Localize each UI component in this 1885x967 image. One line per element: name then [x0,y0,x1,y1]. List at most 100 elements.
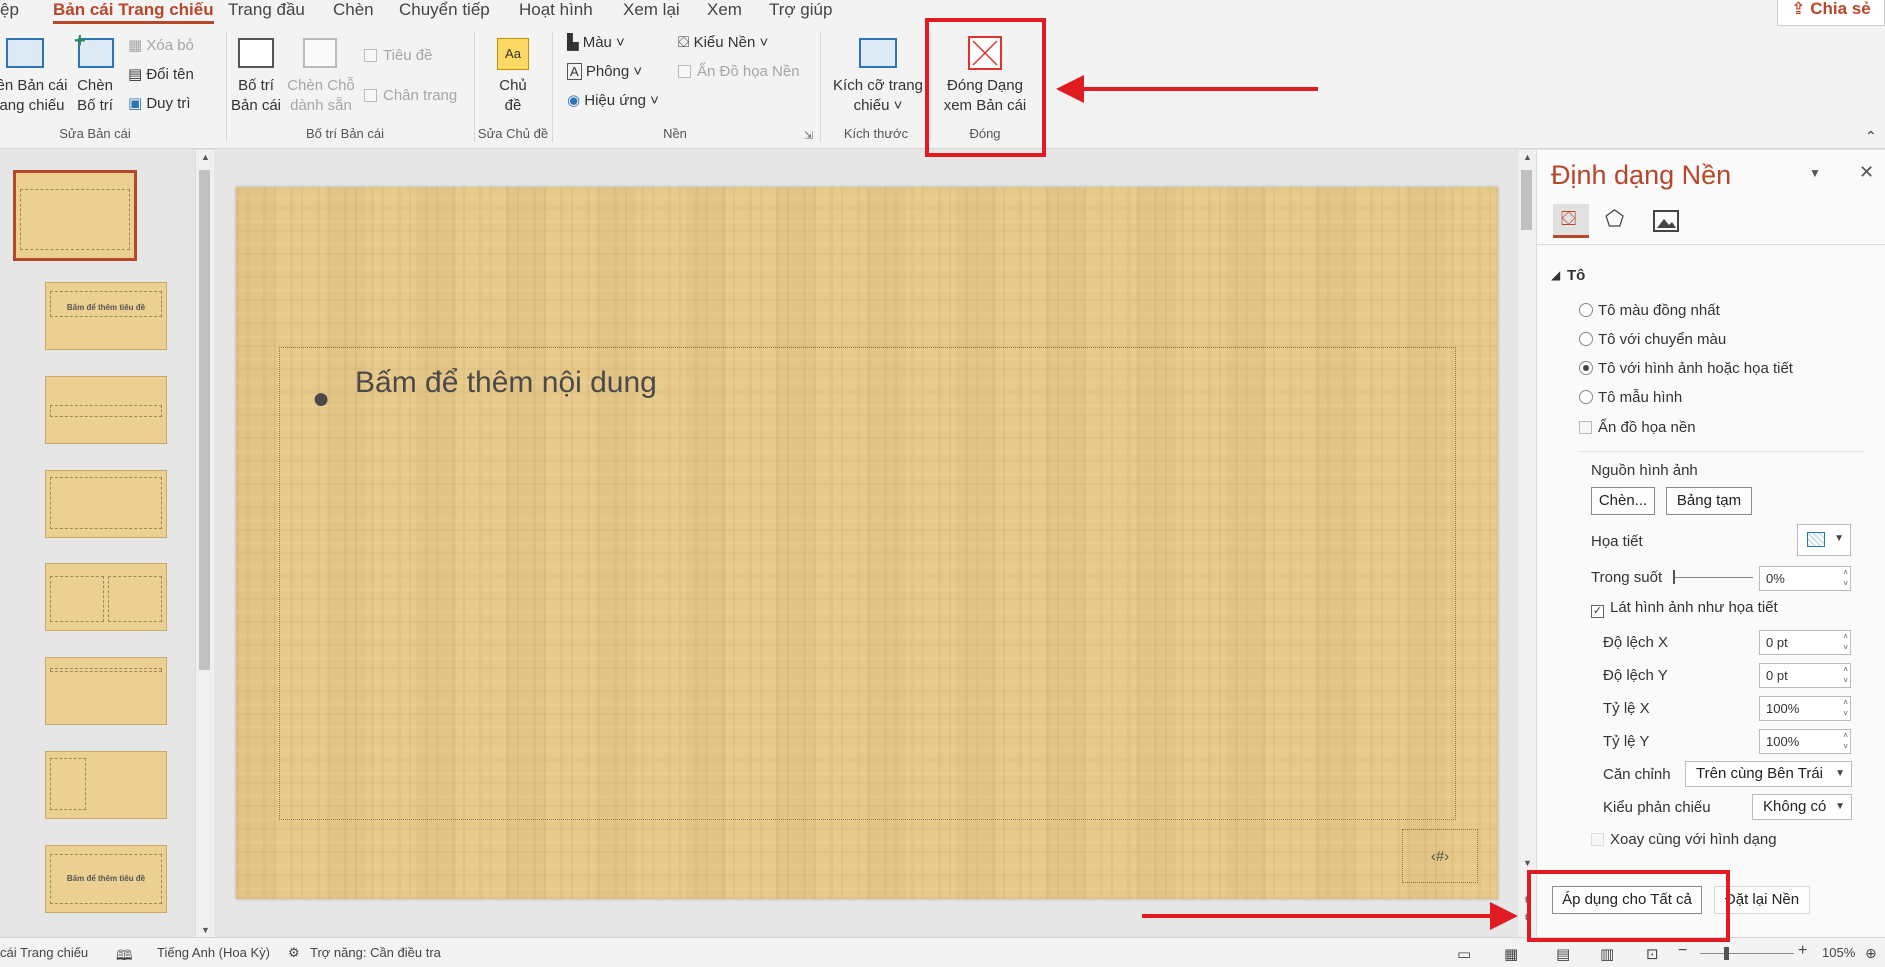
tab-review[interactable]: Xem lại [623,0,680,20]
slide-master-icon[interactable] [6,38,44,68]
thumbnail-slide-master[interactable] [13,170,137,261]
theme-icon[interactable]: Aa [497,38,529,70]
hide-background-graphics-checkbox[interactable]: Ẩn Đồ họa Nền [678,62,800,82]
notes-icon[interactable]: ▭ [1457,945,1471,963]
fill-line-tab[interactable]: ⛋ [1553,204,1589,238]
insert-layout-icon[interactable]: + [74,30,114,68]
spelling-book-icon[interactable]: 🕮 [116,945,133,967]
clipboard-button[interactable]: Bảng tạm [1666,487,1752,515]
scroll-up-icon[interactable]: ▲ [201,152,210,162]
transparency-input[interactable]: 0% ˄ ˅ [1759,566,1851,591]
collapse-triangle-icon[interactable]: ◢ [1551,268,1560,282]
thumbnail-layout[interactable] [45,376,167,444]
language-status[interactable]: Tiếng Anh (Hoa Kỳ) [157,945,270,960]
solid-fill-radio[interactable]: Tô màu đồng nhất [1579,302,1720,319]
tab-animations[interactable]: Hoạt hình [519,0,593,20]
slide-sorter-icon[interactable]: ▤ [1556,945,1570,963]
accessibility-status[interactable]: Trợ năng: Cần điều tra [310,945,441,960]
spinner-icon[interactable]: ˄ ˅ [1843,567,1848,589]
thumbnail-layout[interactable]: Bấm để thêm tiêu đề [45,282,167,350]
scrollbar-thumb[interactable] [199,170,210,670]
slide-size-button[interactable]: Kích cỡ trang chiếu ˅ [828,76,928,116]
collapse-ribbon-icon[interactable]: ⌃ [1865,126,1877,146]
scrollbar-thumb[interactable] [1521,170,1532,230]
tab-insert[interactable]: Chèn [333,0,374,20]
preserve-button[interactable]: ▣ Duy trì [128,94,191,114]
effects-icon: ◉ [567,92,585,109]
scroll-down-icon[interactable]: ▼ [201,925,210,935]
scale-y-input[interactable]: 100% ˄ ˅ [1759,729,1851,754]
insert-layout-button[interactable]: Chèn Bố trí [70,76,120,116]
tab-help[interactable]: Trợ giúp [769,0,832,20]
content-placeholder[interactable]: ● Bấm để thêm nội dung [279,347,1456,820]
insert-slide-master-button[interactable]: ên Bản cái ang chiếu [0,76,72,116]
zoom-level[interactable]: 105% [1822,945,1855,960]
mirror-type-dropdown[interactable]: Không có [1752,794,1852,820]
picture-texture-fill-radio[interactable]: Tô với hình ảnh hoặc họa tiết [1579,360,1793,377]
effects-button[interactable]: ◉ Hiệu ứng ˅ [567,91,659,111]
title-checkbox[interactable]: Tiêu đề [364,46,432,66]
fit-to-window-icon[interactable]: ⊕ [1865,945,1877,962]
slide-scrollbar[interactable]: ▲ ▼ ⇞ ⇟ [1517,150,1536,937]
transparency-slider-thumb[interactable] [1673,570,1675,584]
spinner-icon[interactable]: ˄ ˅ [1843,697,1848,719]
colors-button[interactable]: ▙ Màu ˅ [567,33,625,53]
zoom-slider-thumb[interactable] [1724,947,1729,960]
pentagon-effects-icon[interactable]: ⬠ [1605,206,1624,232]
delete-button[interactable]: ▦ Xóa bỏ [128,36,194,56]
insert-picture-button[interactable]: Chèn... [1591,487,1655,515]
normal-view-icon[interactable]: ▦ [1504,945,1518,963]
hide-background-graphics-checkbox[interactable]: Ẩn đồ họa nền [1579,419,1696,436]
gradient-fill-radio[interactable]: Tô với chuyển màu [1579,331,1726,348]
master-layout-button[interactable]: Bố trí Bản cái [226,76,286,116]
scroll-up-icon[interactable]: ▲ [1523,152,1532,162]
offset-x-input[interactable]: 0 pt ˄ ˅ [1759,630,1851,655]
tab-slide-master[interactable]: Bản cái Trang chiếu [53,0,214,24]
thumbnail-layout[interactable] [45,470,167,538]
share-button[interactable]: ⇪ Chia sẻ [1777,0,1885,26]
tab-home[interactable]: Trang đầu [228,0,305,20]
background-styles-button[interactable]: ⛋ Kiểu Nền ˅ [678,33,768,53]
texture-picker[interactable]: ▼ [1797,524,1851,556]
picture-icon[interactable] [1653,210,1679,232]
spinner-icon[interactable]: ˄ ˅ [1843,664,1848,686]
accessibility-icon[interactable]: ⚙ [288,945,300,961]
pane-options-chevron-icon[interactable]: ▼ [1809,166,1821,180]
themes-button[interactable]: Chủ đề [488,76,538,116]
spinner-icon[interactable]: ˄ ˅ [1843,631,1848,653]
thumbnail-layout[interactable]: Bấm để thêm tiêu đề [45,845,167,913]
tab-view[interactable]: Xem [707,0,742,20]
pattern-fill-radio[interactable]: Tô mẫu hình [1579,389,1682,406]
thumbnail-layout[interactable] [45,751,167,819]
thumbnail-layout[interactable] [45,563,167,631]
tile-picture-checkbox[interactable]: ✓ Lát hình ảnh như họa tiết [1591,599,1778,618]
tab-transitions[interactable]: Chuyển tiếp [399,0,490,20]
insert-placeholder-icon[interactable] [303,38,337,68]
scale-x-input[interactable]: 100% ˄ ˅ [1759,696,1851,721]
reading-view-icon[interactable]: ▥ [1600,945,1614,963]
rename-button[interactable]: ▤ Đổi tên [128,65,194,85]
alignment-dropdown[interactable]: Trên cùng Bên Trái [1685,761,1852,787]
zoom-slider[interactable] [1700,953,1794,954]
fonts-button[interactable]: A Phông ˅ [567,62,642,82]
zoom-out-icon[interactable]: − [1678,942,1687,960]
slide-number-placeholder[interactable]: ‹#› [1402,829,1478,883]
close-icon[interactable]: ✕ [1859,162,1874,183]
master-layout-icon[interactable] [238,38,274,68]
transparency-slider[interactable] [1673,577,1753,578]
dialog-launcher-icon[interactable]: ⇲ [804,126,813,146]
thumbnail-scrollbar[interactable]: ▲ ▼ [195,150,214,937]
zoom-in-icon[interactable]: + [1798,942,1807,960]
spinner-icon[interactable]: ˄ ˅ [1843,730,1848,752]
fill-section-header[interactable]: Tô [1567,267,1585,284]
tab-file[interactable]: ệp [0,0,19,20]
footer-checkbox[interactable]: Chân trang [364,86,457,106]
offset-y-input[interactable]: 0 pt ˄ ˅ [1759,663,1851,688]
thumbnail-layout[interactable] [45,657,167,725]
insert-placeholder-button[interactable]: Chèn Chỗ dành sẵn [285,76,357,116]
scroll-down-icon[interactable]: ▼ [1523,858,1532,868]
slide-size-icon[interactable] [859,38,897,68]
rotate-with-shape-checkbox[interactable]: Xoay cùng với hình dạng [1591,831,1777,848]
slideshow-icon[interactable]: ⊡ [1646,945,1659,963]
slide-master-canvas[interactable]: ● Bấm để thêm nội dung ‹#› [236,187,1498,899]
